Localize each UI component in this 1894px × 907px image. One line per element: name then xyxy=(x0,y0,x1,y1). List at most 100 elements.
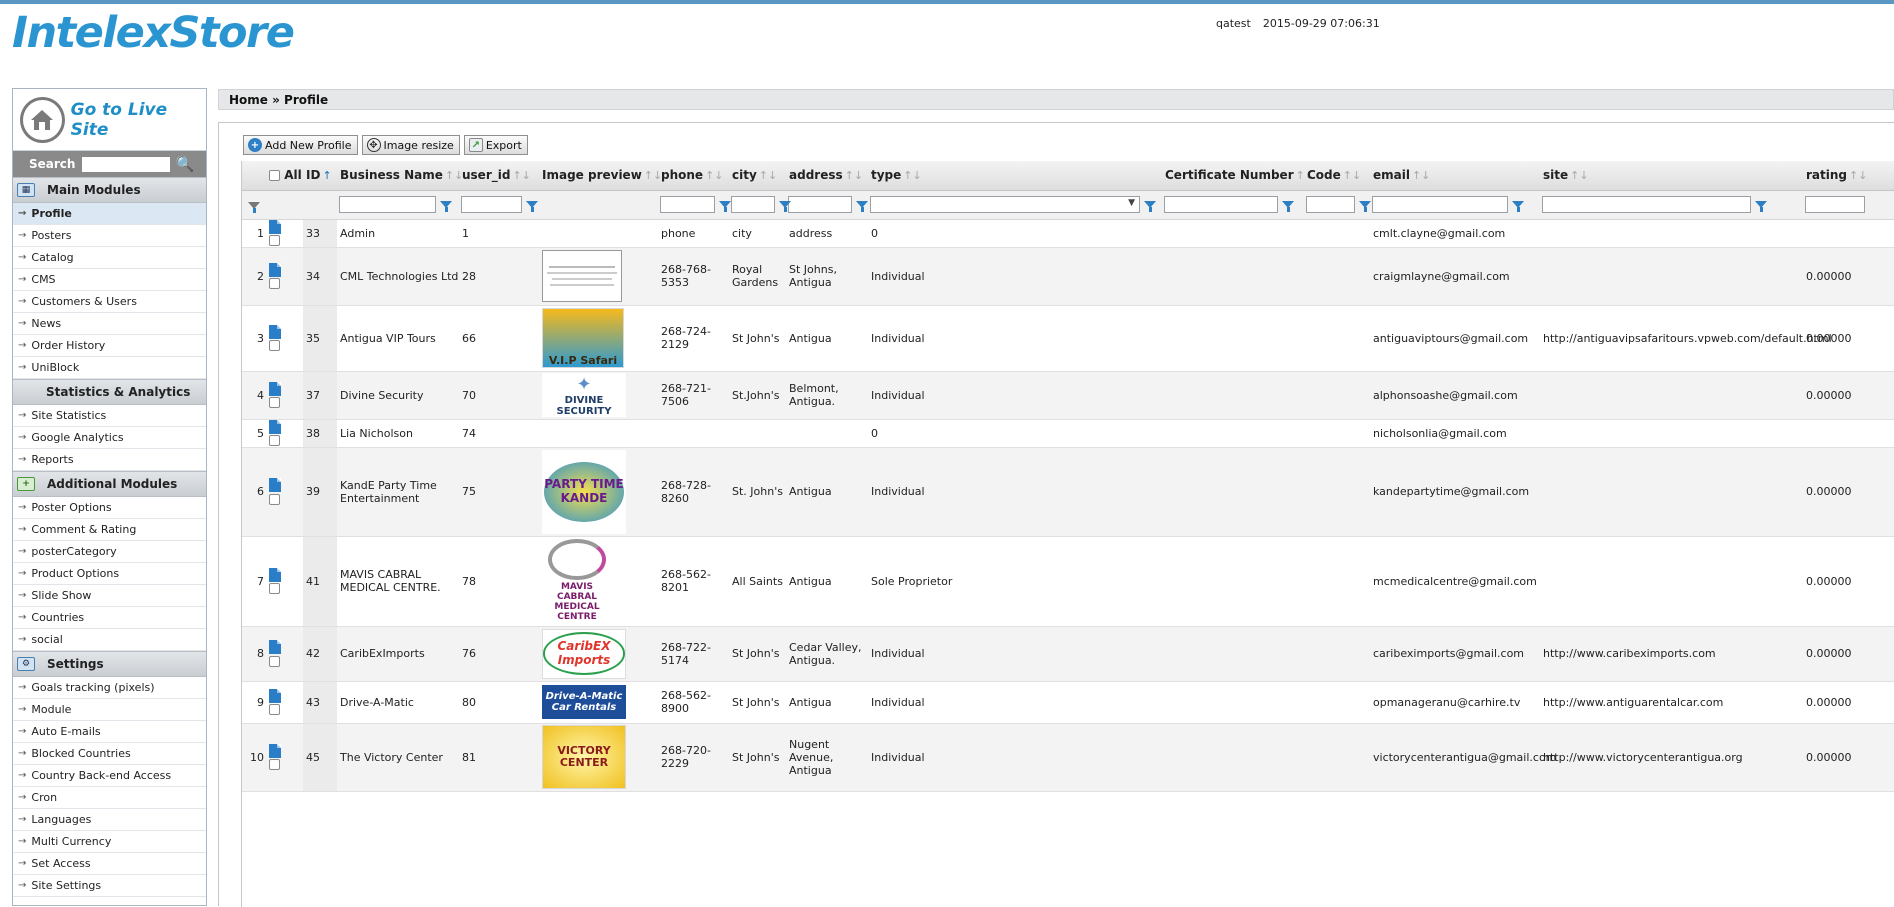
table-row[interactable]: 3 35 Antigua VIP Tours 66 V.I.P Safari 268-7… xyxy=(242,305,1894,372)
row-checkbox[interactable] xyxy=(269,340,280,351)
sidebar-item-cron[interactable]: → Cron xyxy=(13,787,206,809)
edit-document-icon[interactable] xyxy=(269,743,281,758)
sidebar-item-uniblock[interactable]: → UniBlock xyxy=(13,357,206,379)
sidebar-item-countries[interactable]: → Countries xyxy=(13,607,206,629)
sidebar-item-reports[interactable]: → Reports xyxy=(13,449,206,471)
filter-business-name[interactable] xyxy=(339,196,436,213)
sidebar-item-customers-users[interactable]: → Customers & Users xyxy=(13,291,206,313)
filter-icon[interactable] xyxy=(1512,201,1524,212)
table-row[interactable]: 4 37 Divine Security 70 ✦ DIVINE SECURITY 268… xyxy=(242,371,1894,420)
sort-icon[interactable]: ↑↓ xyxy=(1412,169,1430,182)
col-certificate-number[interactable]: Certificate Number ↑↓ xyxy=(1162,161,1314,191)
filter-code[interactable] xyxy=(1306,196,1355,213)
filter-phone[interactable] xyxy=(660,196,715,213)
filter-city[interactable] xyxy=(731,196,775,213)
table-row[interactable]: 9 43 Drive-A-Matic 80 Drive-A-Matic Car Ren… xyxy=(242,681,1894,724)
sidebar-item-set-access[interactable]: → Set Access xyxy=(13,853,206,875)
filter-address[interactable] xyxy=(788,196,852,213)
section-statistics[interactable]: Statistics & Analytics xyxy=(13,379,206,405)
table-row[interactable]: 7 41 MAVIS CABRAL MEDICAL CENTRE. 78 MAVIS … xyxy=(242,536,1894,627)
site-logo[interactable]: IntelexStore xyxy=(12,8,295,58)
sort-icon[interactable]: ↑↓ xyxy=(644,169,662,182)
row-checkbox[interactable] xyxy=(269,655,280,667)
select-all-checkbox[interactable] xyxy=(269,170,280,182)
filter-user-id[interactable] xyxy=(461,196,522,213)
sort-icon[interactable]: ↑↓ xyxy=(903,169,921,182)
table-row[interactable]: 2 34 CML Technologies Ltd 28 268-768-5353 Ro… xyxy=(242,247,1894,306)
sidebar-item-module[interactable]: → Module xyxy=(13,699,206,721)
filter-type-select[interactable]: ▼ xyxy=(870,196,1140,213)
table-row[interactable]: 10 45 The Victory Center 81 VICTORY CENTER 2… xyxy=(242,723,1894,792)
sidebar-item-cms[interactable]: → CMS xyxy=(13,269,206,291)
search-icon[interactable]: 🔍 xyxy=(175,155,194,173)
sidebar-item-site-settings[interactable]: → Site Settings xyxy=(13,875,206,897)
row-checkbox[interactable] xyxy=(269,435,280,446)
col-code[interactable]: Code ↑↓ xyxy=(1304,161,1370,191)
sidebar-item-poster-options[interactable]: → Poster Options xyxy=(13,497,206,519)
sort-icon[interactable]: ↑↓ xyxy=(1343,169,1361,182)
edit-document-icon[interactable] xyxy=(269,567,281,582)
filter-icon[interactable] xyxy=(440,201,452,212)
row-checkbox[interactable] xyxy=(269,278,280,289)
section-additional-modules[interactable]: + Additional Modules xyxy=(13,471,206,497)
sidebar-item-blocked-countries[interactable]: → Blocked Countries xyxy=(13,743,206,765)
filter-email[interactable] xyxy=(1372,196,1508,213)
edit-document-icon[interactable] xyxy=(269,419,281,434)
filter-icon[interactable] xyxy=(1755,201,1767,212)
sort-icon[interactable]: ↑↓ xyxy=(512,169,530,182)
col-image-preview[interactable]: Image preview ↑↓ xyxy=(539,161,662,191)
sidebar-item-comment-rating[interactable]: → Comment & Rating xyxy=(13,519,206,541)
section-settings[interactable]: ⚙ Settings xyxy=(13,651,206,677)
table-row[interactable]: 5 38 Lia Nicholson 74 0 nicholsonlia@gmail.c… xyxy=(242,419,1894,448)
col-business-name[interactable]: Business Name ↑↓ xyxy=(337,161,463,191)
sidebar-item-news[interactable]: → News xyxy=(13,313,206,335)
sidebar-item-languages[interactable]: → Languages xyxy=(13,809,206,831)
edit-document-icon[interactable] xyxy=(269,478,281,492)
col-user-id[interactable]: user_id ↑↓ xyxy=(459,161,539,191)
image-resize-button[interactable]: ✥ Image resize xyxy=(361,135,460,155)
col-rating[interactable]: rating ↑↓ xyxy=(1803,161,1894,191)
col-address[interactable]: address ↑↓ xyxy=(786,161,868,191)
clear-filter-icon[interactable] xyxy=(248,201,260,213)
edit-document-icon[interactable] xyxy=(269,219,281,234)
filter-icon[interactable] xyxy=(526,201,538,212)
export-button[interactable]: ↗ Export xyxy=(463,135,528,155)
filter-icon[interactable] xyxy=(856,201,868,212)
sort-icon[interactable]: ↑↓ xyxy=(1849,169,1867,182)
sort-icon[interactable]: ↑↓ xyxy=(1570,169,1588,182)
row-checkbox[interactable] xyxy=(269,759,280,770)
search-input[interactable] xyxy=(81,155,172,173)
sidebar-item-goals-tracking-pixels[interactable]: → Goals tracking (pixels) xyxy=(13,677,206,699)
col-city[interactable]: city ↑↓ xyxy=(729,161,786,191)
section-main-modules[interactable]: ▦ Main Modules xyxy=(13,177,206,203)
row-checkbox[interactable] xyxy=(269,235,280,246)
table-row[interactable]: 8 42 CaribExImports 76 CaribEX Imports 268-7… xyxy=(242,626,1894,682)
filter-icon[interactable] xyxy=(1359,201,1371,212)
filter-icon[interactable] xyxy=(719,201,731,212)
row-checkbox[interactable] xyxy=(269,704,280,715)
sidebar-item-social[interactable]: → social xyxy=(13,629,206,651)
sort-asc-icon[interactable]: ↑ xyxy=(322,169,331,182)
sidebar-item-multi-currency[interactable]: → Multi Currency xyxy=(13,831,206,853)
sidebar-item-profile[interactable]: → Profile xyxy=(13,203,206,225)
filter-icon[interactable] xyxy=(1282,201,1294,212)
sidebar-item-site-statistics[interactable]: → Site Statistics xyxy=(13,405,206,427)
add-new-profile-button[interactable]: + Add New Profile xyxy=(243,135,358,155)
sidebar-item-auto-e-mails[interactable]: → Auto E-mails xyxy=(13,721,206,743)
filter-site[interactable] xyxy=(1542,196,1751,213)
filter-certificate-number[interactable] xyxy=(1164,196,1278,213)
row-checkbox[interactable] xyxy=(269,397,280,408)
sidebar-item-country-back-end-access[interactable]: → Country Back-end Access xyxy=(13,765,206,787)
sort-icon[interactable]: ↑↓ xyxy=(759,169,777,182)
sidebar-item-product-options[interactable]: → Product Options xyxy=(13,563,206,585)
filter-icon[interactable] xyxy=(779,201,791,212)
sort-icon[interactable]: ↑↓ xyxy=(845,169,863,182)
go-to-live-site-link[interactable]: Go to Live Site xyxy=(13,89,206,151)
edit-document-icon[interactable] xyxy=(269,262,281,277)
row-checkbox[interactable] xyxy=(269,583,280,594)
sidebar-item-posters[interactable]: → Posters xyxy=(13,225,206,247)
col-type[interactable]: type ↑↓ xyxy=(868,161,1162,191)
col-site[interactable]: site ↑↓ xyxy=(1540,161,1803,191)
col-email[interactable]: email ↑↓ xyxy=(1370,161,1540,191)
sidebar-item-postercategory[interactable]: → posterCategory xyxy=(13,541,206,563)
